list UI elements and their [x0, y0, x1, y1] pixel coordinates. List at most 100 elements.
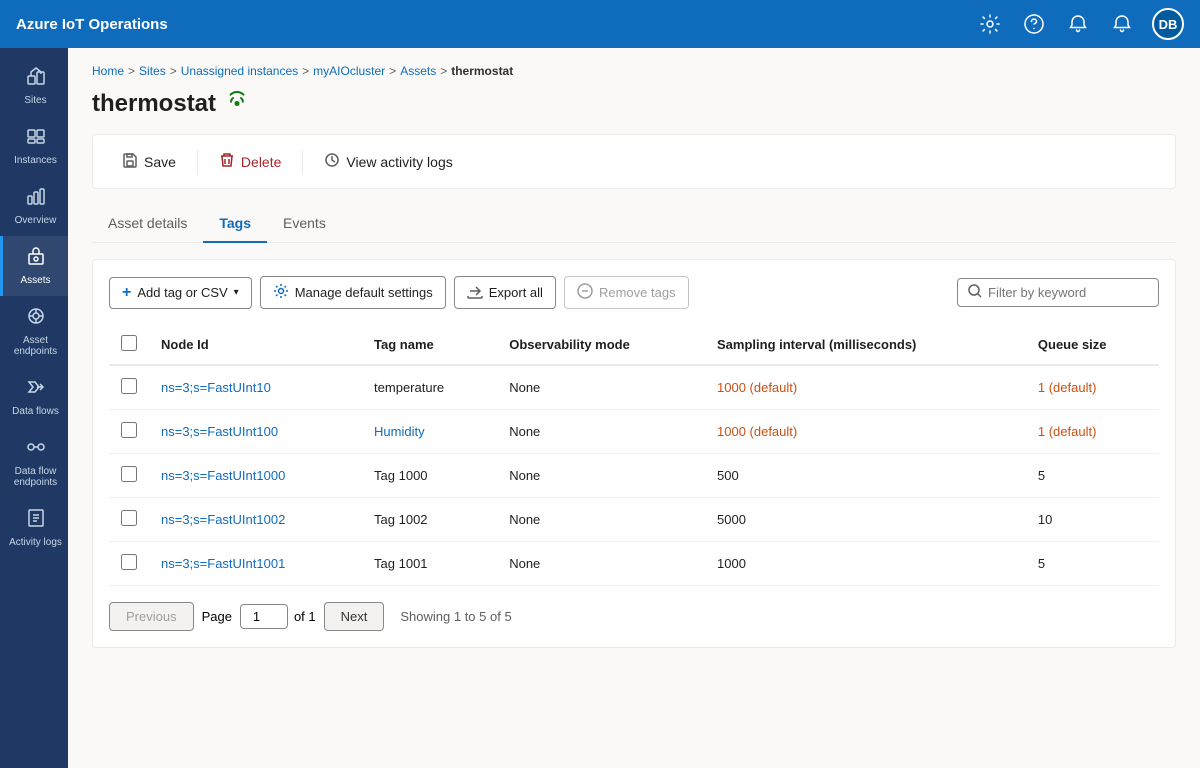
panel-toolbar: + Add tag or CSV ▾ Manage default settin…	[109, 276, 1159, 309]
page-input-wrapper: of 1	[240, 604, 316, 629]
save-label: Save	[144, 154, 176, 170]
tab-tags[interactable]: Tags	[203, 205, 267, 243]
sidebar-overview-label: Overview	[15, 215, 57, 226]
select-all-checkbox[interactable]	[121, 335, 137, 351]
overview-icon	[26, 186, 46, 211]
connection-status-icon	[226, 90, 248, 118]
action-toolbar: Save Delete View activity logs	[92, 134, 1176, 189]
sampling-value-4: 1000	[717, 556, 746, 571]
row-checkbox-4[interactable]	[121, 554, 137, 570]
manage-settings-button[interactable]: Manage default settings	[260, 276, 446, 309]
remove-tags-button[interactable]: Remove tags	[564, 276, 689, 309]
settings-icon[interactable]	[976, 10, 1004, 38]
sidebar-item-sites[interactable]: Sites	[0, 56, 68, 116]
row-checkbox-cell	[109, 454, 149, 498]
sidebar-data-flows-label: Data flows	[12, 406, 59, 417]
node-id-cell: ns=3;s=FastUInt100	[149, 410, 362, 454]
page-number-input[interactable]	[240, 604, 288, 629]
previous-button[interactable]: Previous	[109, 602, 194, 631]
notifications-icon[interactable]	[1064, 10, 1092, 38]
sidebar-item-instances[interactable]: Instances	[0, 116, 68, 176]
tab-events-label: Events	[283, 215, 326, 231]
breadcrumb-unassigned-instances[interactable]: Unassigned instances	[181, 64, 298, 78]
topnav-icons: DB	[976, 8, 1184, 40]
sites-icon	[26, 66, 46, 91]
table-body: ns=3;s=FastUInt10 temperature None 1000 …	[109, 365, 1159, 586]
sampling-interval-cell: 1000 (default)	[705, 365, 1026, 410]
row-checkbox-1[interactable]	[121, 422, 137, 438]
sampling-interval-cell: 5000	[705, 498, 1026, 542]
breadcrumb-assets[interactable]: Assets	[400, 64, 436, 78]
tag-name-text-2: Tag 1000	[374, 468, 428, 483]
breadcrumb-sep-1: >	[128, 64, 135, 78]
row-checkbox-cell	[109, 542, 149, 586]
breadcrumb-cluster[interactable]: myAIOcluster	[313, 64, 385, 78]
export-icon	[467, 283, 483, 302]
sidebar-item-activity-logs[interactable]: Activity logs	[0, 498, 68, 558]
export-all-button[interactable]: Export all	[454, 276, 556, 309]
queue-size-cell: 10	[1026, 498, 1159, 542]
observability-cell: None	[497, 454, 705, 498]
row-checkbox-3[interactable]	[121, 510, 137, 526]
help-icon[interactable]	[1020, 10, 1048, 38]
delete-button[interactable]: Delete	[206, 145, 294, 178]
tags-table: Node Id Tag name Observability mode Samp…	[109, 325, 1159, 586]
sidebar-item-data-flow-endpoints[interactable]: Data flow endpoints	[0, 427, 68, 498]
node-id-link-0[interactable]: ns=3;s=FastUInt10	[161, 380, 271, 395]
sampling-interval-cell: 1000 (default)	[705, 410, 1026, 454]
queue-value-1: 1 (default)	[1038, 424, 1097, 439]
breadcrumb-sites[interactable]: Sites	[139, 64, 166, 78]
queue-size-cell: 1 (default)	[1026, 365, 1159, 410]
node-id-link-3[interactable]: ns=3;s=FastUInt1002	[161, 512, 285, 527]
tab-asset-details[interactable]: Asset details	[92, 205, 203, 243]
tab-asset-details-label: Asset details	[108, 215, 187, 231]
row-checkbox-0[interactable]	[121, 378, 137, 394]
add-tag-label: Add tag or CSV	[137, 285, 227, 300]
delete-label: Delete	[241, 154, 281, 170]
breadcrumb-home[interactable]: Home	[92, 64, 124, 78]
table-row: ns=3;s=FastUInt100 Humidity None 1000 (d…	[109, 410, 1159, 454]
view-activity-logs-button[interactable]: View activity logs	[311, 145, 465, 178]
sidebar-item-assets[interactable]: Assets	[0, 236, 68, 296]
sidebar-item-overview[interactable]: Overview	[0, 176, 68, 236]
observability-cell: None	[497, 542, 705, 586]
tag-name-cell: Humidity	[362, 410, 497, 454]
activity-logs-icon	[26, 508, 46, 533]
save-button[interactable]: Save	[109, 145, 189, 178]
breadcrumb-sep-3: >	[302, 64, 309, 78]
queue-size-header: Queue size	[1026, 325, 1159, 365]
tab-tags-label: Tags	[219, 215, 251, 231]
data-panel: + Add tag or CSV ▾ Manage default settin…	[92, 259, 1176, 648]
dropdown-icon: ▾	[234, 287, 239, 298]
avatar[interactable]: DB	[1152, 8, 1184, 40]
tab-events[interactable]: Events	[267, 205, 342, 243]
sidebar-item-data-flows[interactable]: Data flows	[0, 367, 68, 427]
data-flow-endpoints-icon	[26, 437, 46, 462]
node-id-link-4[interactable]: ns=3;s=FastUInt1001	[161, 556, 285, 571]
filter-keyword-input[interactable]	[988, 285, 1148, 300]
node-id-link-1[interactable]: ns=3;s=FastUInt100	[161, 424, 278, 439]
row-checkbox-cell	[109, 498, 149, 542]
sampling-interval-cell: 500	[705, 454, 1026, 498]
sidebar-data-flow-endpoints-label: Data flow endpoints	[9, 466, 62, 488]
toolbar-separator-1	[197, 150, 198, 174]
save-icon	[122, 152, 138, 171]
row-checkbox-2[interactable]	[121, 466, 137, 482]
next-button[interactable]: Next	[324, 602, 385, 631]
alert-icon[interactable]	[1108, 10, 1136, 38]
sidebar-item-asset-endpoints[interactable]: Asset endpoints	[0, 296, 68, 367]
page-title: thermostat	[92, 90, 216, 118]
add-tag-button[interactable]: + Add tag or CSV ▾	[109, 277, 252, 309]
queue-size-cell: 5	[1026, 454, 1159, 498]
tag-name-link-1[interactable]: Humidity	[374, 424, 425, 439]
table-row: ns=3;s=FastUInt1000 Tag 1000 None 500 5	[109, 454, 1159, 498]
row-checkbox-cell	[109, 365, 149, 410]
breadcrumb-sep-5: >	[440, 64, 447, 78]
delete-icon	[219, 152, 235, 171]
queue-size-cell: 5	[1026, 542, 1159, 586]
tag-name-cell: Tag 1002	[362, 498, 497, 542]
node-id-link-2[interactable]: ns=3;s=FastUInt1000	[161, 468, 285, 483]
filter-input-container	[957, 278, 1159, 307]
node-id-cell: ns=3;s=FastUInt1001	[149, 542, 362, 586]
tag-name-cell: Tag 1001	[362, 542, 497, 586]
